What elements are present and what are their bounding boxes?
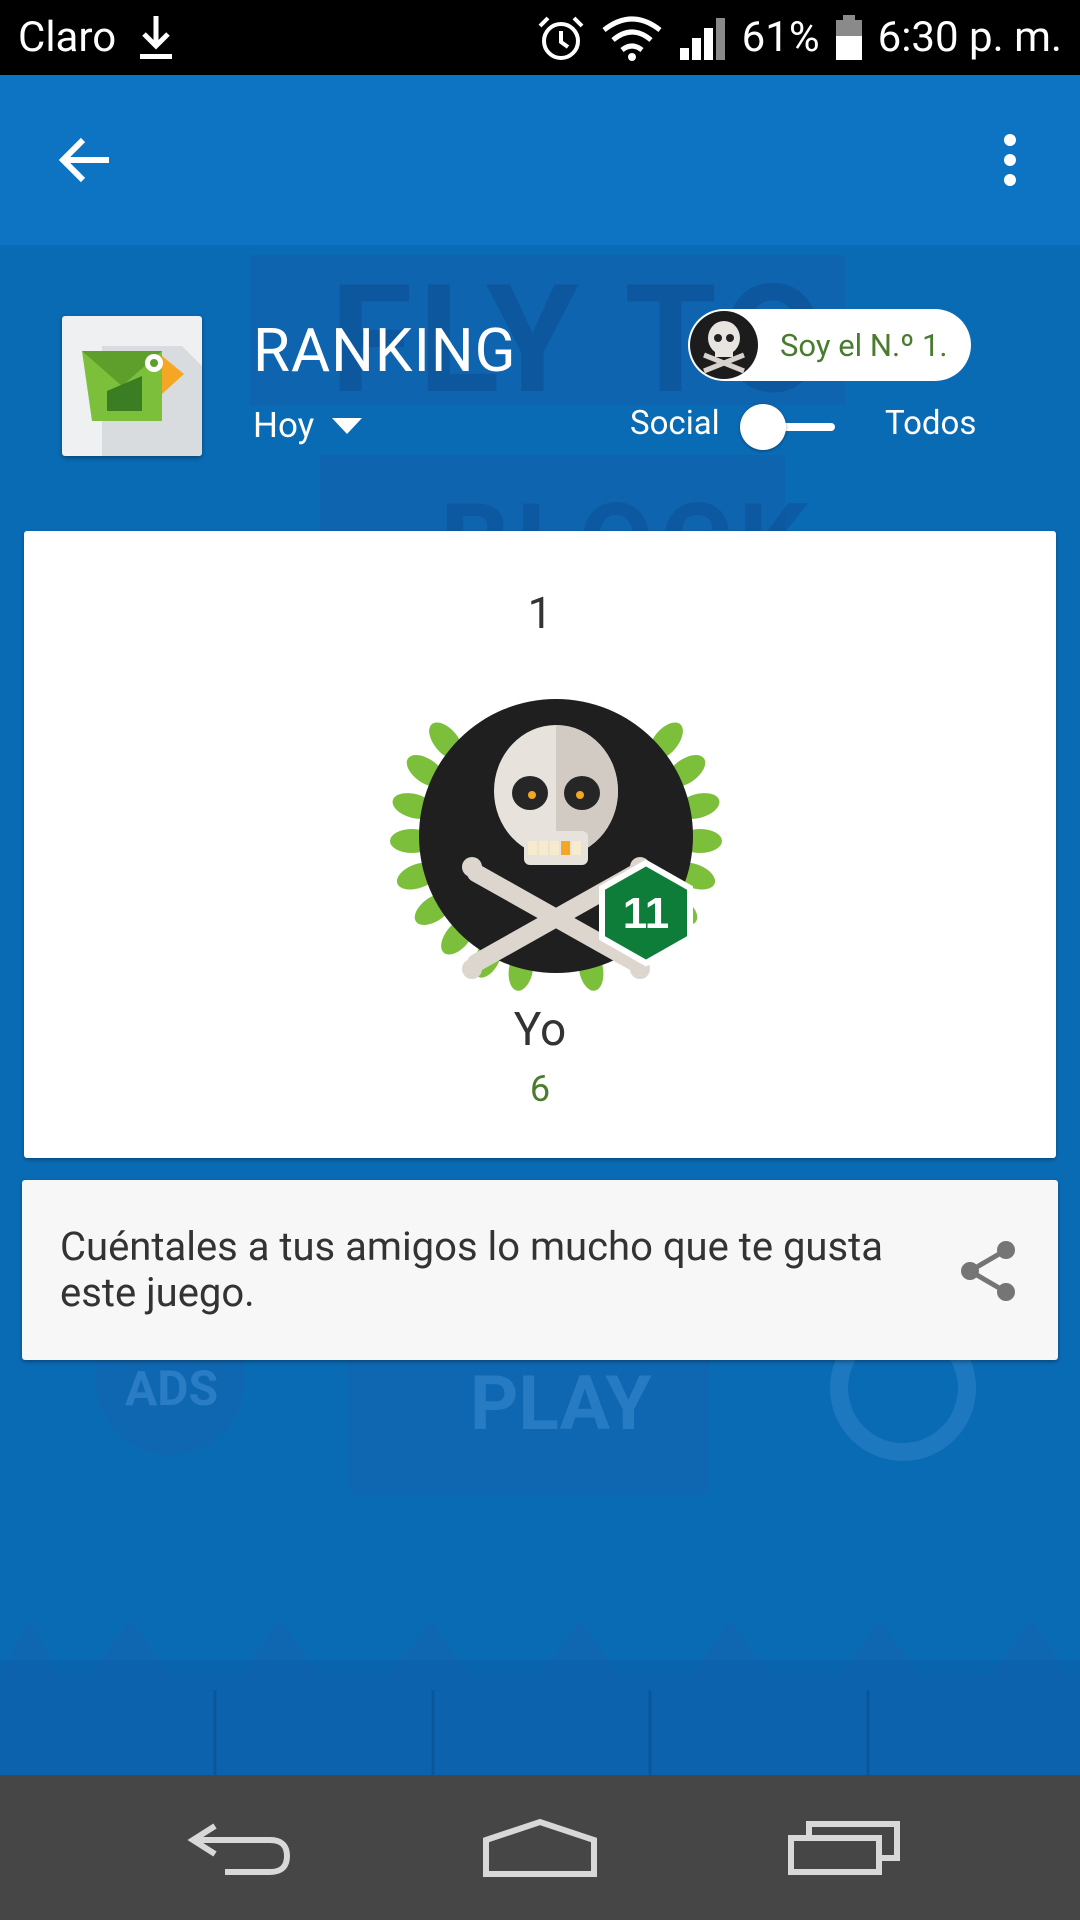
back-button[interactable] — [50, 125, 120, 195]
nav-back-button[interactable] — [175, 1810, 305, 1885]
toggle-label-social[interactable]: Social — [630, 404, 720, 443]
top-player-label: Soy el N.º 1. — [780, 326, 948, 364]
battery-percent: 61% — [741, 13, 820, 62]
game-play-label: PLAY — [470, 1360, 652, 1448]
player-card[interactable]: 1 11 Yo 6 — [24, 531, 1056, 1158]
player-rank: 1 — [527, 587, 553, 639]
nav-home-icon — [483, 1818, 597, 1877]
alarm-icon — [536, 14, 586, 62]
game-fence — [0, 1620, 1080, 1775]
player-name: Yo — [513, 1003, 567, 1057]
share-icon — [961, 1241, 1015, 1301]
status-bar: Claro 61% 6:30 p. m. — [0, 0, 1080, 75]
share-card[interactable]: Cuéntales a tus amigos lo mucho que te g… — [22, 1180, 1058, 1360]
level-number: 11 — [623, 889, 670, 938]
player-score: 6 — [529, 1068, 551, 1110]
more-vert-icon — [1004, 134, 1016, 186]
wifi-icon — [600, 14, 664, 62]
battery-icon — [834, 14, 864, 62]
share-button[interactable] — [952, 1235, 1024, 1307]
nav-recents-icon — [788, 1820, 900, 1875]
share-message: Cuéntales a tus amigos lo mucho que te g… — [60, 1223, 883, 1316]
arrow-back-icon — [58, 137, 109, 183]
skull-avatar — [690, 311, 758, 379]
page-title: RANKING — [253, 315, 517, 386]
system-nav-bar — [0, 1775, 1080, 1920]
nav-back-icon — [187, 1822, 291, 1875]
overflow-menu-button[interactable] — [990, 125, 1030, 195]
audience-switch[interactable] — [740, 404, 835, 450]
download-icon — [136, 14, 176, 62]
audience-toggle-row: Social Todos — [0, 402, 1080, 452]
clock: 6:30 p. m. — [877, 13, 1062, 62]
signal-icon — [678, 14, 728, 62]
nav-home-button[interactable] — [475, 1810, 605, 1885]
app-bar — [0, 75, 1080, 245]
game-ads-label: ADS — [125, 1360, 218, 1417]
nav-recents-button[interactable] — [780, 1810, 910, 1885]
skull-laurel-badge: 11 — [390, 699, 722, 991]
toggle-label-todos[interactable]: Todos — [885, 404, 976, 443]
carrier-label: Claro — [18, 13, 117, 62]
top-player-chip[interactable]: Soy el N.º 1. — [688, 309, 971, 381]
switch-thumb — [740, 404, 786, 450]
